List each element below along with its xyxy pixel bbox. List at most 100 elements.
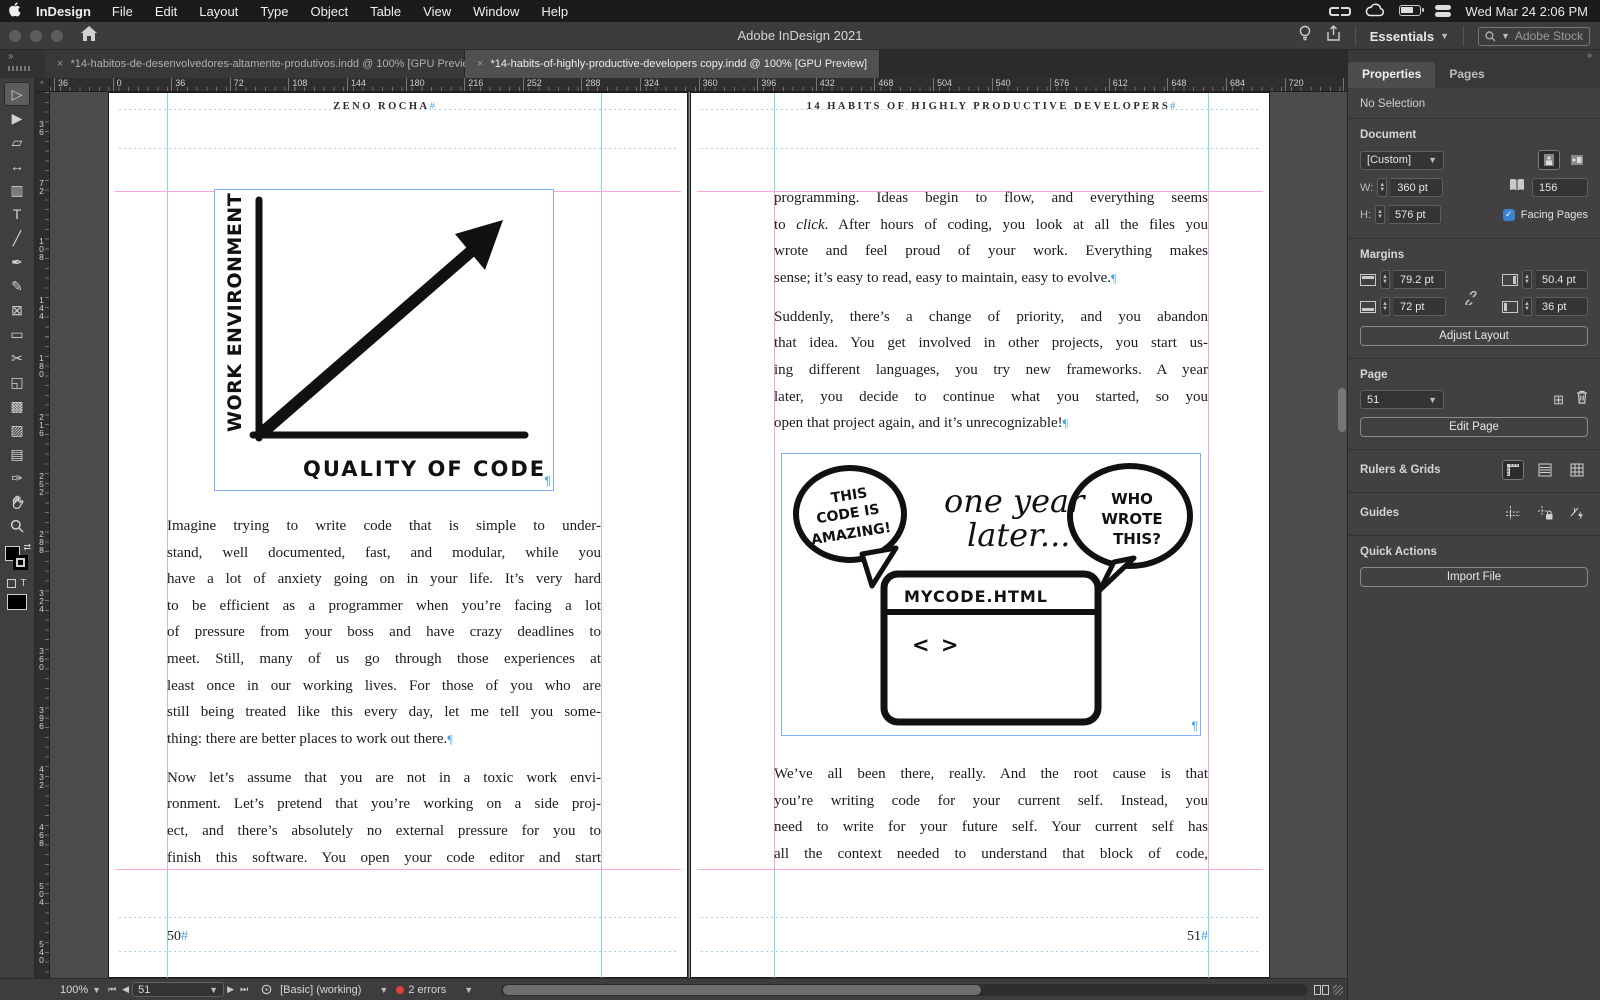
formatting-container-icon[interactable] [7, 579, 16, 588]
guides-icon[interactable] [1502, 503, 1524, 523]
margin-inside-stepper[interactable]: ▲▼ [1522, 270, 1532, 289]
preflight-profile-select[interactable]: [Basic] (working)▼ [280, 984, 388, 996]
document-grid-icon[interactable] [1566, 460, 1588, 480]
next-page-button[interactable]: ▶ [227, 984, 234, 995]
menu-item-table[interactable]: Table [370, 4, 401, 19]
control-center-icon[interactable] [1435, 5, 1451, 17]
adobe-stock-search[interactable]: ▼ Adobe Stock [1478, 27, 1590, 46]
document-tab-2[interactable]: ×*14-habits-of-highly-productive-develop… [465, 50, 880, 78]
cartoon-image-frame[interactable]: THIS CODE IS AMAZING! WHO WROTE THIS? on… [781, 453, 1201, 736]
window-minimize-button[interactable] [30, 30, 42, 42]
panel-tab-properties[interactable]: Properties [1348, 62, 1435, 88]
zoom-tool[interactable] [4, 514, 30, 538]
note-tool[interactable]: ▤ [4, 442, 30, 466]
window-close-button[interactable] [9, 30, 21, 42]
menu-item-layout[interactable]: Layout [199, 4, 238, 19]
menu-item-help[interactable]: Help [541, 4, 568, 19]
double-chevron-icon[interactable]: » [8, 51, 14, 62]
direct-selection-tool[interactable]: ▶ [4, 106, 30, 130]
stroke-color-swatch[interactable] [13, 555, 28, 570]
page-number-field[interactable]: 51▼ [132, 982, 224, 997]
last-page-button[interactable]: ⏭ [240, 984, 248, 995]
document-viewport[interactable]: ZENO ROCHA# WORK ENVIRONMENT QUALITY OF … [50, 92, 1347, 978]
hand-tool[interactable] [4, 490, 30, 514]
margin-top-field[interactable]: 79.2 pt [1394, 270, 1446, 289]
running-header-left[interactable]: ZENO ROCHA# [167, 101, 601, 112]
zoom-level-select[interactable]: 100%▼ [60, 984, 101, 996]
close-tab-icon[interactable]: × [477, 58, 483, 70]
line-tool[interactable]: ╱ [4, 226, 30, 250]
formatting-text-icon[interactable]: T [20, 578, 26, 589]
cloud-icon[interactable] [1365, 3, 1385, 20]
body-text-frame-left[interactable]: Imagine trying to write code that is sim… [167, 513, 601, 884]
rectangle-tool[interactable]: ▭ [4, 322, 30, 346]
width-stepper[interactable]: ▲▼ [1377, 178, 1387, 197]
eyedropper-tool[interactable]: ✑ [4, 466, 30, 490]
baseline-grid-icon[interactable] [1534, 460, 1556, 480]
adjust-layout-button[interactable]: Adjust Layout [1360, 326, 1588, 346]
import-file-button[interactable]: Import File [1360, 567, 1588, 587]
workspace-switcher[interactable]: Essentials▼ [1355, 26, 1464, 46]
apple-logo-icon[interactable] [0, 2, 30, 20]
chart-image-frame[interactable]: WORK ENVIRONMENT QUALITY OF CODE ¶ [214, 189, 554, 491]
fill-stroke-controls[interactable]: ⇄ [4, 544, 30, 574]
pencil-tool[interactable]: ✎ [4, 274, 30, 298]
vertical-scrollbar-thumb[interactable] [1338, 388, 1346, 432]
lock-guides-icon[interactable] [1534, 503, 1556, 523]
menu-item-type[interactable]: Type [260, 4, 288, 19]
pages-count-field[interactable]: 156 [1532, 178, 1588, 197]
width-field[interactable]: 360 pt [1391, 178, 1443, 197]
link-broken-icon[interactable] [1464, 291, 1478, 310]
margin-top-stepper[interactable]: ▲▼ [1380, 270, 1390, 289]
facing-pages-checkbox[interactable]: ✓ [1503, 209, 1515, 221]
gradient-swatch-tool[interactable]: ▩ [4, 394, 30, 418]
close-tab-icon[interactable]: × [57, 58, 63, 70]
vertical-ruler[interactable]: 3 67 21 0 81 4 41 8 02 1 62 5 22 8 83 2 … [35, 92, 50, 978]
spread-view-icon[interactable] [1314, 985, 1329, 995]
selection-tool[interactable]: ▷ [4, 82, 30, 106]
menu-item-window[interactable]: Window [473, 4, 519, 19]
smart-guides-icon[interactable] [1566, 503, 1588, 523]
document-preset-select[interactable]: [Custom]▼ [1360, 151, 1444, 170]
margin-outside-field[interactable]: 36 pt [1536, 297, 1588, 316]
pen-tool[interactable]: ✒ [4, 250, 30, 274]
ruler-origin-corner[interactable]: + [35, 78, 50, 92]
body-text-frame-right-bottom[interactable]: We’ve all been there, really. And the ro… [774, 761, 1208, 880]
page-tool[interactable]: ▱ [4, 130, 30, 154]
running-header-right[interactable]: 14 HABITS OF HIGHLY PRODUCTIVE DEVELOPER… [774, 101, 1208, 112]
margin-outside-stepper[interactable]: ▲▼ [1522, 297, 1532, 316]
menu-item-view[interactable]: View [423, 4, 451, 19]
apply-color-button[interactable] [7, 594, 27, 610]
gradient-feather-tool[interactable]: ▨ [4, 418, 30, 442]
horizontal-ruler[interactable]: 3603672108144180216252288324360396432468… [50, 78, 1347, 92]
panel-tab-pages[interactable]: Pages [1435, 62, 1498, 88]
height-field[interactable]: 576 pt [1389, 205, 1441, 224]
first-page-button[interactable]: ⏮ [108, 984, 116, 995]
type-tool[interactable]: T [4, 202, 30, 226]
landscape-orientation-icon[interactable] [1566, 150, 1588, 170]
trash-icon[interactable] [1576, 390, 1588, 409]
home-icon[interactable] [81, 26, 97, 45]
learn-lightbulb-icon[interactable] [1298, 25, 1312, 47]
page-number-select[interactable]: 51▼ [1360, 390, 1444, 409]
previous-page-button[interactable]: ◀ [122, 984, 129, 995]
horizontal-scrollbar[interactable] [501, 984, 1308, 996]
portrait-orientation-icon[interactable] [1538, 150, 1560, 170]
edit-page-button[interactable]: Edit Page [1360, 417, 1588, 437]
margin-bottom-stepper[interactable]: ▲▼ [1380, 297, 1390, 316]
content-collector-tool[interactable]: ▥ [4, 178, 30, 202]
ruler-icon[interactable] [1502, 460, 1524, 480]
margin-inside-field[interactable]: 50.4 pt [1536, 270, 1588, 289]
glasses-icon[interactable] [1329, 7, 1351, 16]
preflight-errors-select[interactable]: 2 errors▼ [396, 984, 473, 996]
scissors-tool[interactable]: ✂ [4, 346, 30, 370]
share-icon[interactable] [1326, 25, 1341, 47]
add-page-icon[interactable]: ⊞ [1553, 392, 1564, 408]
horizontal-scrollbar-thumb[interactable] [503, 985, 981, 995]
page-50[interactable]: ZENO ROCHA# WORK ENVIRONMENT QUALITY OF … [108, 92, 688, 978]
menu-item-file[interactable]: File [112, 4, 133, 19]
margin-bottom-field[interactable]: 72 pt [1394, 297, 1446, 316]
gap-tool[interactable]: ↔ [4, 154, 30, 178]
free-transform-tool[interactable]: ◱ [4, 370, 30, 394]
swap-fill-stroke-icon[interactable]: ⇄ [23, 542, 31, 553]
